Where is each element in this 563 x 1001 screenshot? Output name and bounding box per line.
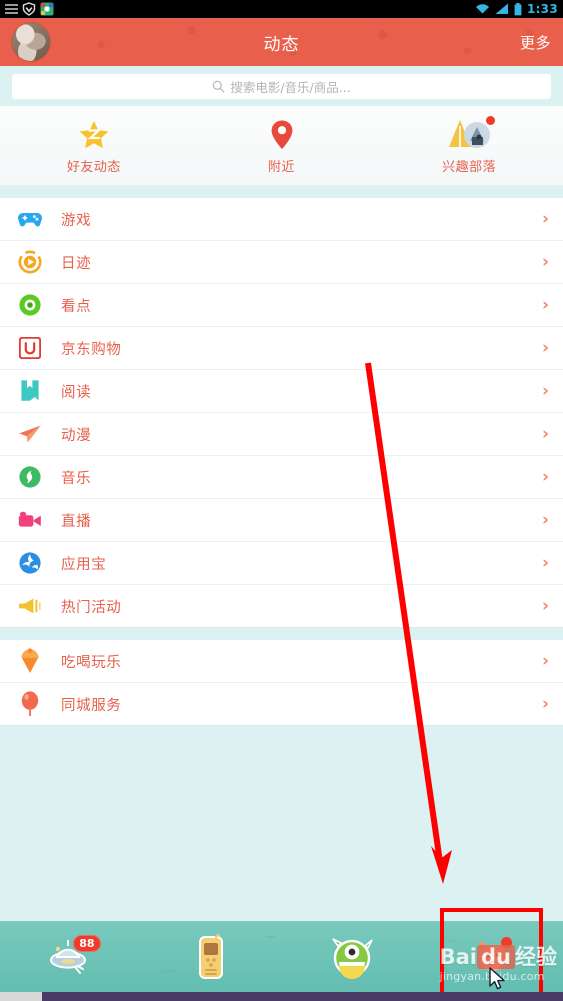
paper-plane-icon — [17, 421, 43, 447]
search-icon — [212, 80, 225, 93]
menu-lines-icon — [5, 4, 18, 14]
list-item-label: 同城服务 — [61, 697, 122, 714]
chevron-right-icon: › — [541, 208, 549, 229]
list-item-label: 看点 — [61, 298, 92, 315]
chevron-right-icon: › — [541, 552, 549, 573]
list-item-label: 音乐 — [61, 470, 92, 487]
quick-action-tribe[interactable]: 兴趣部落 — [375, 115, 563, 175]
mobile-phone-icon — [199, 934, 224, 979]
list-item-label: 日迹 — [61, 255, 92, 272]
page-title: 动态 — [263, 34, 300, 55]
list-item-label: 直播 — [61, 513, 92, 530]
balloon-icon — [17, 691, 43, 717]
video-camera-icon — [17, 507, 43, 533]
book-icon — [17, 378, 43, 404]
status-bar-clock: 1:33 — [526, 2, 558, 16]
quick-action-label: 好友动态 — [66, 159, 121, 175]
annotation-arrow-head — [431, 846, 452, 884]
list-item-hot-activity[interactable]: 热门活动 › — [0, 585, 563, 628]
status-bar-left-icons — [5, 2, 54, 16]
service-list-primary: 游戏 › 日迹 › 看点 › 京东购物 › 阅读 › 动漫 › 音乐 › 直播 … — [0, 198, 563, 628]
list-item-label: 热门活动 — [61, 599, 122, 616]
shield-icon — [22, 2, 36, 16]
search-input[interactable]: 搜索电影/音乐/商品... — [12, 74, 551, 99]
user-avatar[interactable] — [12, 23, 50, 61]
chevron-right-icon: › — [541, 380, 549, 401]
more-button[interactable]: 更多 — [520, 32, 551, 53]
list-item-local-service[interactable]: 同城服务 › — [0, 683, 563, 726]
green-app-icon — [40, 2, 54, 16]
chevron-right-icon: › — [541, 595, 549, 616]
taskbar-button[interactable] — [0, 992, 42, 1001]
gamepad-icon — [17, 206, 43, 232]
signal-icon — [495, 3, 508, 14]
quick-action-label: 兴趣部落 — [442, 159, 497, 175]
chevron-right-icon: › — [541, 509, 549, 530]
nav-item-phone[interactable] — [141, 921, 282, 993]
service-list-secondary: 吃喝玩乐 › 同城服务 › — [0, 640, 563, 726]
badge-count: 88 — [73, 935, 101, 953]
status-bar-right-icons: 1:33 — [475, 2, 558, 16]
music-note-icon — [17, 464, 43, 490]
search-bar-container: 搜索电影/音乐/商品... — [0, 66, 563, 106]
battery-icon — [514, 2, 522, 15]
wifi-icon — [475, 4, 489, 14]
list-item-daily-trace[interactable]: 日迹 › — [0, 241, 563, 284]
location-pin-icon — [270, 117, 294, 151]
list-item-games[interactable]: 游戏 › — [0, 198, 563, 241]
status-bar: 1:33 — [0, 0, 563, 18]
list-item-label: 吃喝玩乐 — [61, 654, 122, 671]
list-item-label: 阅读 — [61, 384, 92, 401]
nav-item-ufo[interactable]: 88 — [0, 921, 141, 993]
megaphone-icon — [17, 593, 43, 619]
section-spacer-2 — [0, 628, 563, 640]
chevron-right-icon: › — [541, 466, 549, 487]
desktop-taskbar — [0, 992, 563, 1001]
list-item-yingyongbao[interactable]: 应用宝 › — [0, 542, 563, 585]
star-qzone-icon — [77, 117, 111, 151]
quick-action-label: 附近 — [268, 159, 296, 175]
chevron-right-icon: › — [541, 423, 549, 444]
chevron-right-icon: › — [541, 294, 549, 315]
chevron-right-icon: › — [541, 251, 549, 272]
list-item-anime[interactable]: 动漫 › — [0, 413, 563, 456]
nav-item-monster[interactable] — [282, 921, 423, 993]
phone-screen: 1:33 动态 更多 搜索电影/音乐/商品... 好友动态 附近 兴趣部落 游戏… — [0, 0, 563, 1001]
badge-dot — [486, 115, 496, 125]
daily-trace-icon — [17, 249, 43, 275]
list-item-label: 京东购物 — [61, 341, 122, 358]
chevron-right-icon: › — [541, 337, 549, 358]
quick-action-friends-feed[interactable]: 好友动态 — [0, 117, 188, 175]
kandian-icon — [17, 292, 43, 318]
list-item-jd-shopping[interactable]: 京东购物 › — [0, 327, 563, 370]
app-header: 动态 更多 — [0, 18, 563, 66]
list-item-label: 应用宝 — [61, 556, 107, 573]
section-spacer — [0, 186, 563, 198]
mouse-cursor — [489, 967, 505, 990]
tribe-tent-icon — [446, 115, 496, 151]
quick-actions-row: 好友动态 附近 兴趣部落 — [0, 106, 563, 186]
list-item-label: 游戏 — [61, 212, 92, 229]
list-item-live[interactable]: 直播 › — [0, 499, 563, 542]
ice-cream-icon — [17, 648, 43, 674]
search-placeholder: 搜索电影/音乐/商品... — [230, 80, 351, 95]
jd-shopping-icon — [17, 335, 43, 361]
quick-action-nearby[interactable]: 附近 — [188, 117, 376, 175]
chevron-right-icon: › — [541, 650, 549, 671]
green-monster-icon — [332, 938, 373, 979]
list-item-kandian[interactable]: 看点 › — [0, 284, 563, 327]
chevron-right-icon: › — [541, 693, 549, 714]
yingyongbao-icon — [17, 550, 43, 576]
list-item-food-fun[interactable]: 吃喝玩乐 › — [0, 640, 563, 683]
list-item-music[interactable]: 音乐 › — [0, 456, 563, 499]
list-item-reading[interactable]: 阅读 › — [0, 370, 563, 413]
list-item-label: 动漫 — [61, 427, 92, 444]
